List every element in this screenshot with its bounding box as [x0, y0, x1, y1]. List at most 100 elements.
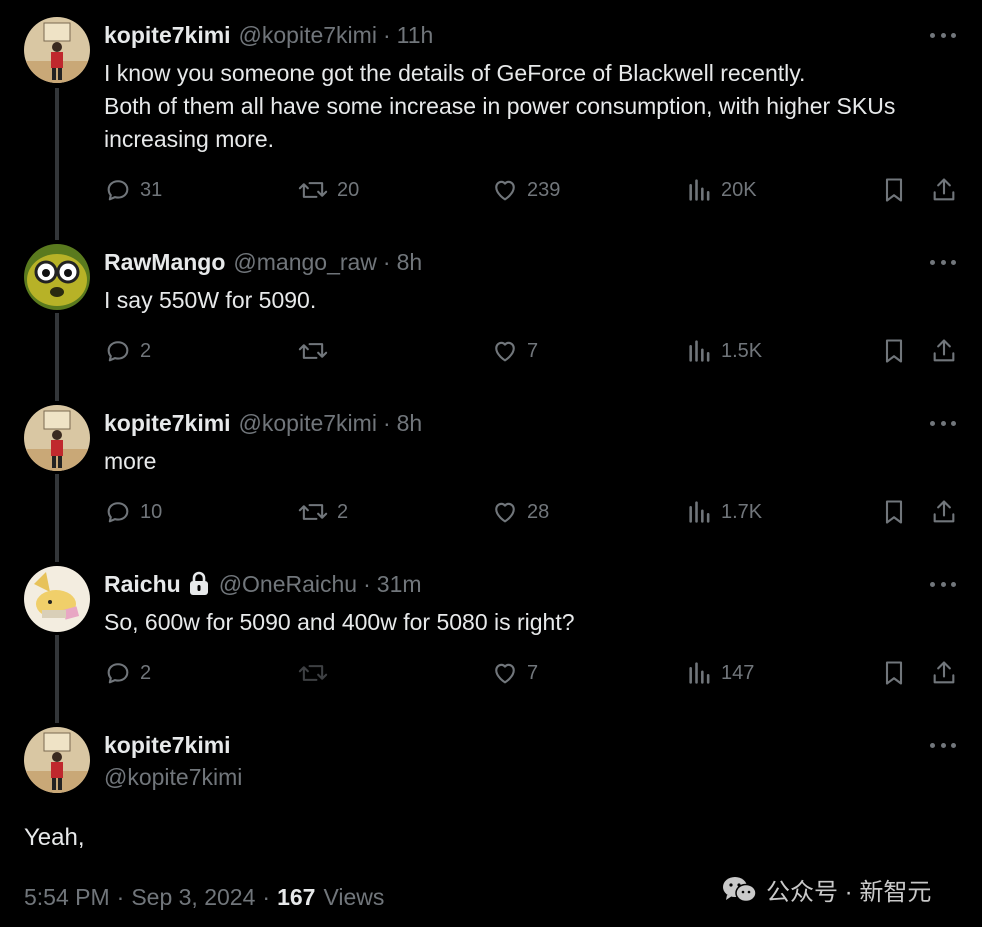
views-count: 147 [721, 661, 755, 684]
share-icon [933, 500, 955, 523]
action-bar: 10 2 28 1.7K [0, 495, 982, 529]
main-header: kopite7kimi @kopite7kimi [104, 729, 242, 793]
repost-icon [298, 182, 328, 198]
tweet-header: kopite7kimi @kopite7kimi · 11h [104, 17, 433, 53]
views-button[interactable]: 1.5K [687, 334, 762, 368]
repost-button[interactable] [297, 656, 337, 690]
like-icon [495, 663, 515, 684]
views-icon [689, 340, 710, 362]
tweet[interactable]: kopite7kimi @kopite7kimi · 8h more 10 2 … [0, 405, 982, 545]
reply-count: 2 [140, 339, 152, 362]
tweet[interactable]: Raichu @OneRaichu · 31m So, 600w for 509… [0, 566, 982, 706]
timestamp[interactable]: 11h [397, 22, 434, 49]
separator: · [262, 884, 271, 910]
display-name[interactable]: kopite7kimi [104, 410, 231, 437]
like-button[interactable]: 239 [491, 173, 560, 207]
repost-icon [298, 504, 328, 520]
avatar[interactable] [24, 405, 90, 471]
bookmark-button[interactable] [880, 334, 908, 368]
watermark-text: 公众号 · 新智元 [766, 879, 932, 906]
like-button[interactable]: 7 [491, 656, 538, 690]
share-button[interactable] [930, 656, 958, 690]
timestamp[interactable]: 8h [397, 410, 423, 437]
reply-icon [107, 502, 129, 523]
share-icon [933, 661, 955, 684]
reply-icon [107, 663, 129, 684]
avatar[interactable] [24, 17, 90, 83]
display-name[interactable]: Raichu [104, 571, 181, 598]
like-count: 7 [527, 339, 539, 362]
tweet-text: I say 550W for 5090. [104, 287, 317, 313]
share-button[interactable] [930, 173, 958, 207]
handle[interactable]: @kopite7kimi [239, 410, 377, 437]
reply-button[interactable]: 10 [104, 495, 162, 529]
avatar[interactable] [24, 566, 90, 632]
timestamp[interactable]: 8h [397, 249, 423, 276]
tweet[interactable]: RawMango @mango_raw · 8h I say 550W for … [0, 244, 982, 384]
views-count: 1.5K [721, 339, 763, 362]
more-icon[interactable] [926, 252, 960, 272]
share-button[interactable] [930, 495, 958, 529]
bookmark-icon [885, 178, 903, 202]
repost-button[interactable] [297, 334, 337, 368]
bookmark-button[interactable] [880, 656, 908, 690]
handle[interactable]: @kopite7kimi [104, 761, 242, 793]
more-icon[interactable] [926, 735, 960, 755]
bookmark-button[interactable] [880, 495, 908, 529]
tweet-header: RawMango @mango_raw · 8h [104, 244, 422, 280]
tweet-text: So, 600w for 5090 and 400w for 5080 is r… [104, 609, 575, 635]
separator: · [363, 570, 371, 597]
display-name[interactable]: kopite7kimi [104, 729, 242, 761]
avatar[interactable] [24, 727, 90, 793]
lock-icon [187, 571, 211, 597]
reply-count: 31 [140, 178, 163, 201]
display-name[interactable]: kopite7kimi [104, 22, 231, 49]
tweet[interactable]: kopite7kimi @kopite7kimi · 11h I know yo… [0, 17, 982, 217]
tweet-header: kopite7kimi @kopite7kimi · 8h [104, 405, 422, 441]
repost-button[interactable]: 20 [297, 173, 359, 207]
separator: · [116, 884, 125, 910]
like-icon [495, 180, 515, 201]
share-icon [933, 178, 955, 201]
like-count: 7 [527, 661, 539, 684]
reply-count: 10 [140, 500, 163, 523]
like-count: 239 [527, 178, 561, 201]
display-name[interactable]: RawMango [104, 249, 225, 276]
bookmark-button[interactable] [880, 173, 908, 207]
like-button[interactable]: 28 [491, 495, 549, 529]
separator: · [382, 409, 391, 436]
views-label: Views [323, 884, 385, 910]
handle[interactable]: @OneRaichu [219, 571, 357, 598]
avatar[interactable] [24, 244, 90, 310]
more-icon[interactable] [926, 413, 960, 433]
tweet-header: Raichu @OneRaichu · 31m [104, 566, 422, 602]
reply-button[interactable]: 31 [104, 173, 162, 207]
reply-button[interactable]: 2 [104, 334, 151, 368]
bookmark-icon [885, 339, 903, 363]
post-time[interactable]: 5:54 PM [24, 884, 110, 911]
views-icon [689, 662, 710, 684]
handle[interactable]: @mango_raw [233, 249, 377, 276]
repost-button[interactable]: 2 [297, 495, 348, 529]
main-tweet-text: Yeah, [24, 824, 85, 851]
like-button[interactable]: 7 [491, 334, 538, 368]
views-button[interactable]: 1.7K [687, 495, 762, 529]
action-bar: 2 7 147 [0, 656, 982, 690]
more-icon[interactable] [926, 574, 960, 594]
views-button[interactable]: 147 [687, 656, 754, 690]
more-icon[interactable] [926, 25, 960, 45]
post-date[interactable]: Sep 3, 2024 [131, 884, 255, 911]
timestamp[interactable]: 31m [377, 571, 422, 598]
repost-count: 20 [337, 178, 360, 201]
handle[interactable]: @kopite7kimi [239, 22, 377, 49]
repost-count: 2 [337, 500, 349, 523]
views-count: 1.7K [721, 500, 763, 523]
share-icon [933, 339, 955, 362]
repost-icon [298, 343, 328, 359]
share-button[interactable] [930, 334, 958, 368]
reply-button[interactable]: 2 [104, 656, 151, 690]
views-count: 20K [721, 178, 757, 201]
views-button[interactable]: 20K [687, 173, 757, 207]
separator: · [382, 248, 391, 275]
reply-count: 2 [140, 661, 152, 684]
